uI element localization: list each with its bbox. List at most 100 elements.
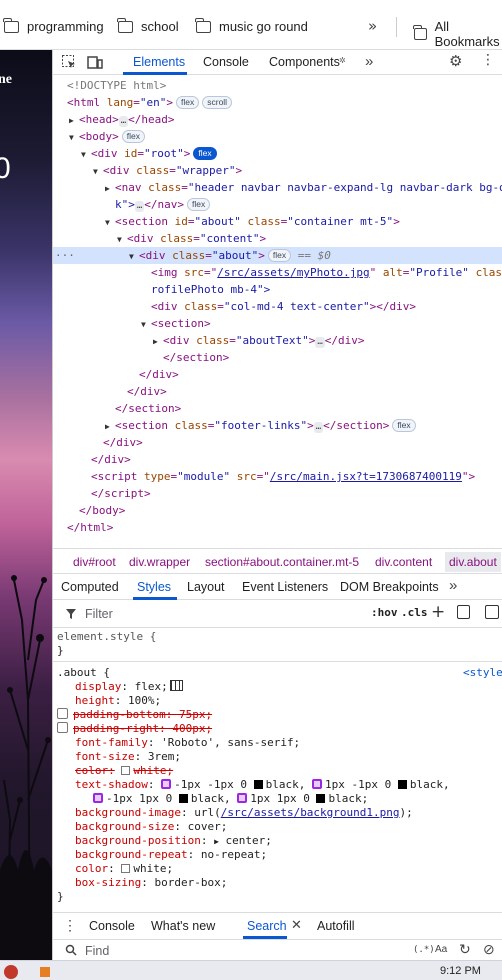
tab-console[interactable]: Console [203,55,249,69]
flex-badge[interactable]: flex [267,249,292,262]
app-icon[interactable] [4,965,18,979]
dom-node-content-close[interactable]: </div> [53,383,502,400]
tab-dom-breakpoints[interactable]: DOM Breakpoints [340,580,439,594]
dom-node-about-selected[interactable]: ··· ▼ <div class="about"> flex == $0 [53,247,502,264]
scroll-badge[interactable]: scroll [202,96,233,109]
decl-box-sizing[interactable]: box-sizing: border-box; [75,876,227,890]
tab-elements[interactable]: Elements [133,55,185,69]
disable-checkbox[interactable] [57,708,68,719]
flex-badge[interactable]: flex [392,419,416,432]
hov-toggle[interactable]: :hov [371,606,398,619]
decl-background-repeat[interactable]: background-repeat: no-repeat; [75,848,267,862]
collapsed-ellipsis[interactable]: … [118,116,129,127]
element-style-rule[interactable]: element.style { [57,630,156,644]
color-swatch[interactable] [178,794,188,803]
bookmark-programming[interactable]: programming [3,17,104,34]
collapse-arrow-icon[interactable]: ▼ [93,163,103,180]
shadow-editor-icon[interactable] [93,793,103,803]
flex-badge[interactable]: flex [176,96,200,109]
dom-node-col[interactable]: <div class="col-md-4 text-center"></div> [53,298,502,315]
tab-components[interactable]: Components [269,55,340,69]
breadcrumb-root[interactable]: div#root [73,555,116,569]
collapsed-ellipsis[interactable]: … [315,337,325,348]
filter-input[interactable]: Filter [85,607,113,621]
sidebar-toggle-icon[interactable] [485,605,499,619]
color-swatch[interactable] [397,780,407,789]
kebab-menu-icon[interactable]: ⋮ [481,52,495,68]
inspect-element-icon[interactable] [61,54,77,70]
color-swatch[interactable] [121,766,131,775]
rule-selector[interactable]: .about { [57,666,110,680]
breadcrumb-content[interactable]: div.content [375,555,432,569]
dom-node-body[interactable]: ▼ <body> flex [53,128,502,145]
dom-node-nav-cont[interactable]: k">… </nav> flex [53,196,502,213]
collapse-arrow-icon[interactable]: ▼ [117,231,127,248]
decl-font-family[interactable]: font-family: 'Roboto', sans-serif; [75,736,300,750]
device-toolbar-icon[interactable] [87,54,103,70]
dom-node-root-close[interactable]: </div> [53,451,502,468]
collapse-arrow-icon[interactable]: ▼ [69,129,79,146]
dom-node-html[interactable]: <html lang="en"> flex scroll [53,94,502,111]
drawer-tab-search[interactable]: Search [247,919,287,933]
dom-node-root[interactable]: ▼ <div id="root"> flex [53,145,502,162]
dom-node-script-close[interactable]: </script> [53,485,502,502]
shadow-editor-icon[interactable] [161,779,172,789]
app-icon[interactable] [40,967,50,977]
bg-image-link[interactable]: /src/assets/background1.png [221,806,400,819]
clock[interactable]: 9:12 PM [440,965,481,977]
dom-node-content[interactable]: ▼ <div class="content"> [53,230,502,247]
decl-text-shadow-cont[interactable]: -1px 1px 0 black, 1px 1px 0 black; [93,792,368,806]
img-src-link[interactable]: /src/assets/myPhoto.jpg [217,266,369,279]
expand-arrow-icon[interactable]: ▶ [153,333,163,350]
drawer-menu-icon[interactable]: ⋮ [63,917,77,934]
color-swatch[interactable] [253,780,263,789]
decl-padding-right[interactable]: padding-right: 400px; [57,722,212,736]
more-tabs-button[interactable]: » [365,53,373,70]
dom-node-section-inner[interactable]: ▼ <section> [53,315,502,332]
collapse-arrow-icon[interactable]: ▼ [129,248,139,265]
match-case-toggle[interactable]: Aa [435,944,447,955]
cls-toggle[interactable]: .cls [401,606,428,619]
bookmark-school[interactable]: school [117,17,179,34]
dom-node-img-cont[interactable]: rofilePhoto mb-4"> [53,281,502,298]
paint-icon[interactable] [457,605,470,619]
color-swatch[interactable] [121,864,131,873]
dom-node-head[interactable]: ▶ <head>… </head> [53,111,502,128]
more-actions-icon[interactable]: ··· [55,247,75,264]
dom-node-footer[interactable]: ▶ <section class="footer-links">… </sectio… [53,417,502,434]
expand-arrow-icon[interactable]: ▶ [105,418,115,435]
new-rule-icon[interactable]: + [431,602,445,622]
more-tabs-button[interactable]: » [449,577,457,594]
find-input[interactable]: Find [85,944,109,958]
decl-background-size[interactable]: background-size: cover; [75,820,227,834]
clear-icon[interactable]: ⊘ [483,941,495,958]
gear-icon[interactable]: ⚙ [449,52,462,70]
dom-node-about-close[interactable]: </div> [53,366,502,383]
dom-node-wrapper-close[interactable]: </div> [53,434,502,451]
disable-checkbox[interactable] [57,722,68,733]
drawer-tab-whats-new[interactable]: What's new [151,919,215,933]
breadcrumb-about[interactable]: div.about [445,552,501,572]
collapsed-ellipsis[interactable]: … [313,422,324,433]
shadow-editor-icon[interactable] [311,779,322,789]
dom-node-section-inner-close[interactable]: </section> [53,349,502,366]
tab-event-listeners[interactable]: Event Listeners [242,580,328,594]
decl-padding-bottom[interactable]: padding-bottom: 75px; [57,708,212,722]
tab-layout[interactable]: Layout [187,580,225,594]
decl-background-image[interactable]: background-image: url(/src/assets/backgr… [75,806,413,820]
dom-node-abouttext[interactable]: ▶ <div class="aboutText">… </div> [53,332,502,349]
dom-node-section-about[interactable]: ▼ <section id="about" class="container mt… [53,213,502,230]
decl-background-position[interactable]: background-position: ▶ center; [75,834,272,848]
decl-display[interactable]: display: flex; [75,680,183,694]
dom-node-nav[interactable]: ▶ <nav class="header navbar navbar-expand… [53,179,502,196]
breadcrumb-section[interactable]: section#about.container.mt-5 [205,555,359,569]
flex-badge[interactable]: flex [193,147,217,160]
regex-toggle[interactable]: (.*) [413,945,435,955]
dom-node-doctype[interactable]: <!DOCTYPE html> [53,77,502,94]
color-swatch[interactable] [316,794,326,803]
decl-height[interactable]: height: 100%; [75,694,161,708]
expand-arrow-icon[interactable]: ▶ [105,180,115,197]
decl-font-size[interactable]: font-size: 3rem; [75,750,181,764]
script-src-link[interactable]: /src/main.jsx?t=1730687400119 [270,470,462,483]
expand-arrow-icon[interactable]: ▶ [214,837,219,846]
